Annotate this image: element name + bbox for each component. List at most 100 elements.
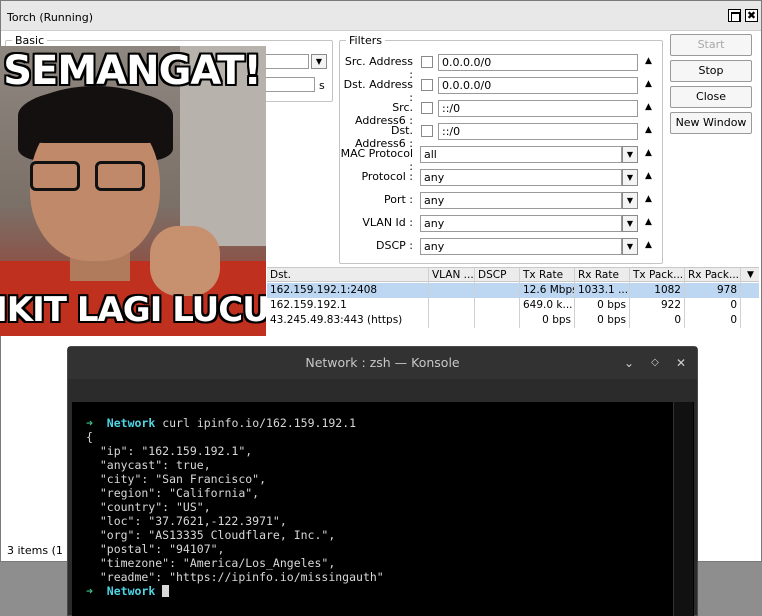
collapse-arrow-icon[interactable]: ▲ bbox=[645, 125, 652, 135]
meme-fist bbox=[150, 226, 220, 296]
table-cell: 1033.1 ... bbox=[575, 283, 630, 298]
interface-field[interactable] bbox=[263, 54, 309, 69]
table-cell: 0 bbox=[630, 313, 685, 328]
table-cell: 162.159.192.1 bbox=[267, 298, 429, 313]
output-line: "timezone": "America/Los_Angeles", bbox=[86, 556, 336, 570]
maximize-icon[interactable] bbox=[728, 9, 741, 22]
meme-top-text: SEMANGAT! bbox=[3, 48, 262, 94]
col-rx-packets[interactable]: Rx Pack... bbox=[685, 268, 741, 283]
minimize-icon[interactable]: ⌄ bbox=[621, 355, 637, 371]
prompt-arrow: ➜ bbox=[86, 416, 93, 430]
table-cell: 922 bbox=[630, 298, 685, 313]
dropdown-icon[interactable]: ▼ bbox=[622, 192, 638, 209]
filter-input[interactable]: any bbox=[420, 192, 622, 209]
col-tx-rate[interactable]: Tx Rate bbox=[520, 268, 575, 283]
duration-unit: s bbox=[319, 79, 325, 92]
table-cell: 1082 bbox=[630, 283, 685, 298]
text-cursor bbox=[162, 585, 170, 597]
table-cell bbox=[429, 283, 475, 298]
table-cell: 43.245.49.83:443 (https) bbox=[267, 313, 429, 328]
close-icon[interactable]: ✕ bbox=[673, 355, 689, 371]
collapse-arrow-icon[interactable]: ▲ bbox=[645, 171, 652, 181]
close-icon[interactable]: ✖ bbox=[745, 9, 758, 22]
dropdown-icon[interactable]: ▼ bbox=[622, 169, 638, 186]
prompt-arrow: ➜ bbox=[86, 584, 93, 598]
konsole-window: Network : zsh — Konsole ⌄ ◇ ✕ ➜ Network … bbox=[67, 346, 698, 616]
meme-glasses-right bbox=[95, 161, 145, 191]
output-line: "loc": "37.7621,-122.3971", bbox=[86, 514, 287, 528]
collapse-arrow-icon[interactable]: ▲ bbox=[645, 148, 652, 158]
konsole-titlebar[interactable]: Network : zsh — Konsole bbox=[68, 347, 697, 379]
filter-label: VLAN Id : bbox=[362, 216, 413, 229]
filter-input[interactable]: any bbox=[420, 238, 622, 255]
new-window-button[interactable]: New Window bbox=[670, 112, 752, 134]
output-line: "city": "San Francisco", bbox=[86, 472, 267, 486]
stop-button[interactable]: Stop bbox=[670, 60, 752, 82]
filter-input[interactable]: any bbox=[420, 215, 622, 232]
table-cell: 0 bbox=[685, 313, 741, 328]
prompt-dir: Network bbox=[106, 416, 156, 430]
output-line: "postal": "94107", bbox=[86, 542, 225, 556]
meme-image: SEMANGAT! IKIT LAGI LUCU bbox=[0, 46, 266, 336]
column-menu-icon[interactable]: ▼ bbox=[742, 268, 759, 283]
terminal-scrollbar[interactable] bbox=[673, 402, 693, 616]
table-header: Dst. VLAN ... DSCP Tx Rate Rx Rate Tx Pa… bbox=[267, 267, 759, 283]
start-button[interactable]: Start bbox=[670, 34, 752, 56]
table-cell bbox=[429, 298, 475, 313]
output-line: "anycast": true, bbox=[86, 458, 211, 472]
table-row[interactable]: 43.245.49.83:443 (https) 0 bps 0 bps 0 0 bbox=[267, 313, 759, 328]
meme-bottom-text: IKIT LAGI LUCU bbox=[0, 290, 266, 330]
maximize-icon[interactable]: ◇ bbox=[647, 355, 663, 371]
output-line: "org": "AS13335 Cloudflare, Inc.", bbox=[86, 528, 336, 542]
collapse-arrow-icon[interactable]: ▲ bbox=[645, 194, 652, 204]
filter-input[interactable]: all bbox=[420, 146, 622, 163]
filter-input[interactable]: 0.0.0.0/0 bbox=[438, 77, 638, 94]
close-button[interactable]: Close bbox=[670, 86, 752, 108]
table-cell: 0 bbox=[685, 298, 741, 313]
filter-checkbox[interactable] bbox=[421, 102, 433, 114]
torch-titlebar[interactable]: Torch (Running) ✖ bbox=[1, 1, 761, 31]
prompt-line[interactable]: ➜ Network bbox=[86, 584, 170, 598]
collapse-arrow-icon[interactable]: ▲ bbox=[645, 240, 652, 250]
table-cell: 12.6 Mbps bbox=[520, 283, 575, 298]
filters-legend: Filters bbox=[349, 34, 382, 47]
output-line: "region": "California", bbox=[86, 486, 260, 500]
table-row[interactable]: 162.159.192.1 649.0 k... 0 bps 922 0 bbox=[267, 298, 759, 313]
col-dst[interactable]: Dst. bbox=[267, 268, 429, 283]
filter-label: Protocol : bbox=[361, 170, 413, 183]
dropdown-icon[interactable]: ▼ bbox=[622, 146, 638, 163]
col-tx-packets[interactable]: Tx Pack... bbox=[630, 268, 685, 283]
filter-checkbox[interactable] bbox=[421, 56, 433, 68]
meme-fringe bbox=[18, 88, 173, 143]
konsole-title: Network : zsh — Konsole bbox=[305, 355, 460, 370]
meme-glasses-left bbox=[30, 161, 80, 191]
filter-checkbox[interactable] bbox=[421, 125, 433, 137]
table-cell: 649.0 k... bbox=[520, 298, 575, 313]
table-cell bbox=[475, 283, 520, 298]
output-line: { bbox=[86, 430, 93, 444]
collapse-arrow-icon[interactable]: ▲ bbox=[645, 102, 652, 112]
filter-input[interactable]: any bbox=[420, 169, 622, 186]
dropdown-icon[interactable]: ▼ bbox=[622, 215, 638, 232]
dropdown-icon[interactable]: ▼ bbox=[311, 54, 327, 69]
col-vlan[interactable]: VLAN ... bbox=[429, 268, 475, 283]
col-dscp[interactable]: DSCP bbox=[475, 268, 520, 283]
collapse-arrow-icon[interactable]: ▲ bbox=[645, 79, 652, 89]
filter-input[interactable]: ::/0 bbox=[438, 123, 638, 140]
desktop: Torch (Running) ✖ Basic ▼ s Filters Star… bbox=[0, 0, 762, 616]
filter-checkbox[interactable] bbox=[421, 79, 433, 91]
table-row[interactable]: 162.159.192.1:2408 12.6 Mbps 1033.1 ... 108… bbox=[267, 283, 759, 298]
command-text: curl ipinfo.io/162.159.192.1 bbox=[162, 416, 357, 430]
duration-field[interactable] bbox=[263, 77, 315, 92]
filter-label: Port : bbox=[383, 193, 413, 206]
table-cell: 0 bps bbox=[575, 313, 630, 328]
dropdown-icon[interactable]: ▼ bbox=[622, 238, 638, 255]
table-cell: 0 bps bbox=[520, 313, 575, 328]
filter-input[interactable]: 0.0.0.0/0 bbox=[438, 54, 638, 71]
filter-input[interactable]: ::/0 bbox=[438, 100, 638, 117]
col-rx-rate[interactable]: Rx Rate bbox=[575, 268, 630, 283]
table-cell: 162.159.192.1:2408 bbox=[267, 283, 429, 298]
collapse-arrow-icon[interactable]: ▲ bbox=[645, 217, 652, 227]
table-cell bbox=[475, 313, 520, 328]
collapse-arrow-icon[interactable]: ▲ bbox=[645, 56, 652, 66]
